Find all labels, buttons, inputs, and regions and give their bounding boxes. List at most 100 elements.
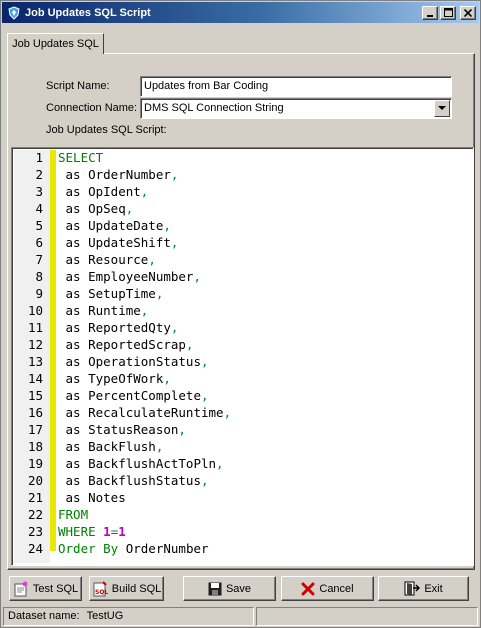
build-sql-icon: SQL	[92, 580, 108, 597]
code-token: ,	[163, 371, 171, 386]
code-token: ,	[155, 286, 164, 301]
save-button[interactable]: Save	[183, 576, 276, 601]
code-token: as Resource	[58, 252, 149, 267]
code-token: as ReportedScrap	[58, 337, 186, 352]
code-line[interactable]: 14 as TypeOfWork,	[12, 370, 473, 387]
code-line[interactable]: 24 Order By OrderNumber	[12, 540, 473, 557]
code-line[interactable]: 10 as Runtime,	[12, 302, 473, 319]
connection-name-label: Connection Name:	[46, 102, 138, 114]
code-token: 1	[118, 524, 126, 539]
close-button[interactable]	[460, 5, 476, 20]
cancel-label: Cancel	[319, 582, 354, 595]
code-lines: 1 SELECT 2 as OrderNumber, 3 as OpIdent, 4 a…	[12, 149, 473, 557]
code-token: as UpdateDate	[58, 218, 164, 233]
code-line[interactable]: 7 as Resource,	[12, 251, 473, 268]
tab-job-updates-sql[interactable]: Job Updates SQL	[7, 33, 104, 54]
line-number: 15	[27, 388, 43, 403]
code-text: as TypeOfWork,	[58, 370, 171, 387]
code-line[interactable]: 11 as ReportedQty,	[12, 319, 473, 336]
code-text: Order By OrderNumber	[58, 540, 209, 557]
code-line[interactable]: 21 as Notes	[12, 489, 473, 506]
line-number: 13	[27, 354, 43, 369]
cancel-button[interactable]: Cancel	[281, 576, 374, 601]
code-text: as EmployeeNumber,	[58, 268, 201, 285]
code-text: as ReportedScrap,	[58, 336, 194, 353]
save-label: Save	[225, 582, 252, 595]
code-token: SELECT	[58, 150, 104, 165]
code-text: as BackflushActToPln,	[58, 455, 224, 472]
code-line[interactable]: 5 as UpdateDate,	[12, 217, 473, 234]
code-line[interactable]: 9 as SetupTime,	[12, 285, 473, 302]
code-line[interactable]: 20 as BackflushStatus,	[12, 472, 473, 489]
script-name-label: Script Name:	[46, 80, 110, 92]
title-bar[interactable]: Job Updates SQL Script	[2, 2, 479, 23]
line-number: 19	[27, 456, 43, 471]
code-token: ,	[201, 388, 209, 403]
code-line[interactable]: 22 FROM	[12, 506, 473, 523]
script-name-input[interactable]: Updates from Bar Coding	[140, 76, 452, 97]
code-text: as RecalculateRuntime,	[58, 404, 232, 421]
code-line[interactable]: 13 as OperationStatus,	[12, 353, 473, 370]
dataset-status-panel: Dataset name: TestUG	[3, 607, 255, 626]
line-number: 4	[35, 201, 43, 216]
sql-editor[interactable]: 1 SELECT 2 as OrderNumber, 3 as OpIdent, 4 a…	[11, 147, 474, 566]
code-token: ,	[223, 405, 232, 420]
code-line[interactable]: 19 as BackflushActToPln,	[12, 455, 473, 472]
code-token: as StatusReason	[58, 422, 179, 437]
code-text: as BackflushStatus,	[58, 472, 209, 489]
code-line[interactable]: 16 as RecalculateRuntime,	[12, 404, 473, 421]
exit-button[interactable]: Exit	[378, 576, 469, 601]
svg-text:SQL: SQL	[95, 589, 108, 596]
code-line[interactable]: 12 as ReportedScrap,	[12, 336, 473, 353]
code-line[interactable]: 2 as OrderNumber,	[12, 166, 473, 183]
exit-label: Exit	[424, 582, 443, 595]
code-line[interactable]: 8 as EmployeeNumber,	[12, 268, 473, 285]
status-panel-empty	[256, 607, 478, 626]
line-number: 7	[35, 252, 43, 267]
code-text: as OperationStatus,	[58, 353, 209, 370]
test-sql-icon	[13, 581, 29, 597]
code-token: Order By	[58, 541, 126, 556]
code-token: as TypeOfWork	[58, 371, 164, 386]
code-text: as OpSeq,	[58, 200, 134, 217]
test-sql-button[interactable]: Test SQL	[9, 576, 82, 601]
minimize-icon	[427, 14, 433, 17]
code-text: as StatusReason,	[58, 421, 186, 438]
dropdown-button[interactable]	[434, 100, 450, 117]
code-token: as ReportedQty	[58, 320, 171, 335]
status-bar: Dataset name: TestUG	[3, 607, 478, 626]
line-number: 11	[27, 320, 43, 335]
code-line[interactable]: 1 SELECT	[12, 149, 473, 166]
code-token: ,	[155, 439, 164, 454]
line-number: 22	[27, 507, 43, 522]
code-token: ,	[178, 422, 186, 437]
line-number: 21	[27, 490, 43, 505]
code-line[interactable]: 6 as UpdateShift,	[12, 234, 473, 251]
line-number: 20	[27, 473, 43, 488]
code-token: as Runtime	[58, 303, 141, 318]
code-line[interactable]: 18 as BackFlush,	[12, 438, 473, 455]
connection-name-select[interactable]: DMS SQL Connection String	[140, 98, 452, 119]
code-line[interactable]: 3 as OpIdent,	[12, 183, 473, 200]
line-number: 23	[27, 524, 43, 539]
code-text: as PercentComplete,	[58, 387, 209, 404]
line-number: 14	[27, 371, 43, 386]
code-line[interactable]: 15 as PercentComplete,	[12, 387, 473, 404]
cancel-x-icon	[301, 582, 315, 596]
maximize-icon	[443, 8, 453, 17]
code-token: ,	[193, 269, 201, 284]
close-icon	[464, 8, 472, 17]
code-line[interactable]: 23 WHERE 1=1	[12, 523, 473, 540]
code-line[interactable]: 4 as OpSeq,	[12, 200, 473, 217]
code-line[interactable]: 17 as StatusReason,	[12, 421, 473, 438]
line-number: 2	[35, 167, 43, 182]
line-number: 18	[27, 439, 43, 454]
code-token: ,	[140, 184, 149, 199]
code-token: as OpSeq	[58, 201, 126, 216]
code-text: as UpdateShift,	[58, 234, 179, 251]
line-number: 3	[35, 184, 43, 199]
minimize-button[interactable]	[422, 5, 438, 20]
code-token: as BackFlush	[58, 439, 156, 454]
maximize-button[interactable]	[440, 5, 456, 20]
build-sql-button[interactable]: SQL Build SQL	[89, 576, 164, 601]
